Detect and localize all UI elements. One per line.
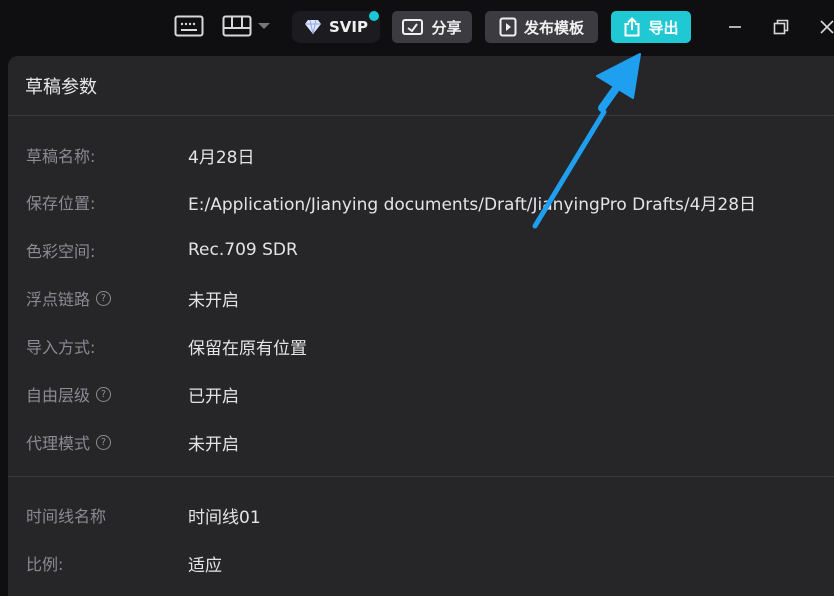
subtitle-icon[interactable] [172,10,206,42]
chevron-down-icon[interactable] [255,10,273,42]
minimize-icon[interactable] [722,14,748,40]
share-icon [402,18,424,36]
help-icon[interactable]: ? [96,290,112,306]
row-timeline-name: 时间线名称 时间线01 [8,500,834,530]
export-label: 导出 [648,18,679,37]
restore-icon[interactable] [768,14,794,40]
diamond-icon [304,19,322,35]
row-label: 自由层级 [26,386,91,405]
section-divider [8,476,834,477]
share-button[interactable]: 分享 [392,11,472,43]
top-toolbar: SVIP 分享 发布模板 导出 [0,0,834,54]
row-ratio: 比例: 适应 [8,548,834,578]
row-proxy-mode: 代理模式 ? 未开启 [8,427,834,457]
row-label: 比例: [26,555,64,574]
timeline-name-value: 时间线01 [188,507,261,528]
row-free-layer: 自由层级 ? 已开启 [8,379,834,409]
layout-icon[interactable] [220,10,254,42]
svip-button[interactable]: SVIP [292,11,380,43]
row-label: 浮点链路 [26,290,91,309]
draft-params-panel: 草稿参数 草稿名称: 4月28日 保存位置: E:/Application/Ji… [8,56,834,596]
row-draft-name: 草稿名称: 4月28日 [8,140,834,170]
ratio-value: 适应 [188,555,222,576]
row-label-group: 代理模式 ? [26,430,112,454]
row-import-method: 导入方式: 保留在原有位置 [8,331,834,361]
row-label: 时间线名称 [26,507,107,526]
svip-label: SVIP [329,18,368,36]
help-icon[interactable]: ? [96,386,112,402]
row-label: 色彩空间: [26,242,96,261]
publish-template-label: 发布模板 [523,18,584,37]
row-label-group: 自由层级 ? [26,382,112,406]
export-icon [623,17,641,37]
row-label: 保存位置: [26,194,96,213]
proxy-mode-value: 未开启 [188,434,239,455]
notification-dot [369,11,379,21]
panel-header: 草稿参数 [8,56,834,116]
save-location-value[interactable]: E:/Application/Jianying documents/Draft/… [188,190,756,215]
row-color-space: 色彩空间: Rec.709 SDR [8,235,834,265]
row-label: 导入方式: [26,338,96,357]
row-float-pipeline: 浮点链路 ? 未开启 [8,283,834,313]
import-method-value: 保留在原有位置 [188,338,307,359]
share-label: 分享 [431,18,462,37]
row-save-location: 保存位置: E:/Application/Jianying documents/… [8,187,834,217]
draft-name-value: 4月28日 [188,147,255,168]
export-button[interactable]: 导出 [611,11,691,43]
float-pipeline-value: 未开启 [188,290,239,311]
row-label: 草稿名称: [26,147,96,166]
free-layer-value: 已开启 [188,386,239,407]
template-icon [499,17,517,37]
row-label: 代理模式 [26,434,91,453]
help-icon[interactable]: ? [96,434,112,450]
panel-title: 草稿参数 [25,76,97,98]
row-label-group: 浮点链路 ? [26,286,112,310]
close-icon[interactable] [814,14,834,40]
color-space-value: Rec.709 SDR [188,240,298,260]
publish-template-button[interactable]: 发布模板 [485,11,598,43]
